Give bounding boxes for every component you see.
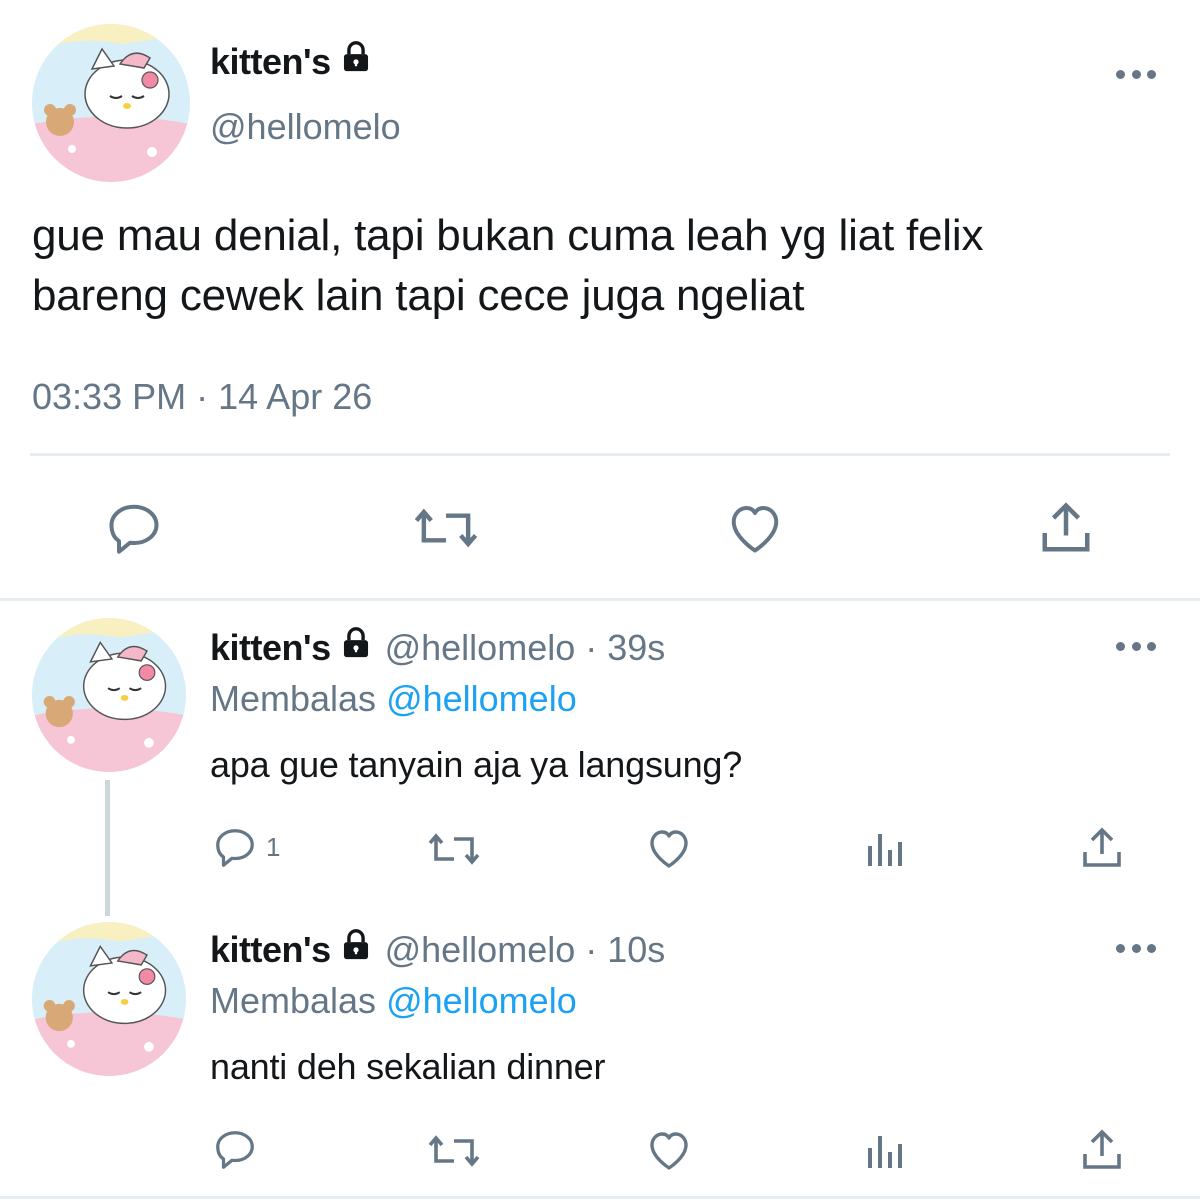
mention-link[interactable]: @hellomelo	[386, 980, 577, 1021]
retweet-button[interactable]	[428, 1129, 480, 1173]
avatar[interactable]	[32, 618, 186, 772]
like-button[interactable]	[644, 1126, 694, 1174]
share-button[interactable]	[1078, 824, 1126, 872]
reply-header: kitten's @hellomelo · 39s	[210, 626, 665, 669]
lock-icon	[339, 40, 373, 83]
meta-separator: ·	[196, 376, 209, 417]
mention-link[interactable]: @hellomelo	[386, 678, 577, 719]
tweet-text-line: bareng cewek lain tapi cece juga ngeliat	[32, 271, 805, 320]
tweet-date: 14 Apr 26	[218, 376, 373, 417]
replying-prefix: Membalas	[210, 678, 377, 719]
retweet-icon	[428, 833, 480, 865]
like-icon	[731, 506, 779, 553]
more-options-icon[interactable]	[1116, 640, 1156, 652]
author-name[interactable]: kitten's	[210, 40, 373, 83]
avatar[interactable]	[32, 922, 186, 1076]
retweet-icon	[414, 508, 478, 548]
divider	[0, 1196, 1200, 1199]
more-options-icon[interactable]	[1116, 68, 1156, 80]
reply-header: kitten's @hellomelo · 10s	[210, 928, 665, 971]
share-icon	[1042, 502, 1090, 552]
handle-and-time[interactable]: @hellomelo · 10s	[385, 929, 666, 971]
share-button[interactable]	[1036, 498, 1096, 558]
reply-button[interactable]	[212, 1126, 266, 1172]
author-name-label: kitten's	[210, 626, 331, 668]
reply-icon	[216, 829, 254, 867]
tweet-timestamp[interactable]: 03:33 PM · 14 Apr 26	[32, 376, 372, 418]
retweet-button[interactable]	[414, 500, 478, 556]
analytics-icon	[868, 834, 902, 866]
divider	[30, 453, 1170, 456]
retweet-icon	[428, 1135, 480, 1167]
like-icon	[650, 830, 688, 868]
lock-icon	[339, 928, 373, 971]
analytics-button[interactable]	[864, 1128, 908, 1172]
replying-prefix: Membalas	[210, 980, 377, 1021]
author-name-label: kitten's	[210, 40, 331, 82]
like-icon	[650, 1132, 688, 1170]
reply-button[interactable]: 1	[212, 824, 280, 870]
tweet-text-line: gue mau denial, tapi bukan cuma leah yg …	[32, 211, 984, 260]
reply-count: 1	[266, 831, 281, 862]
reply-icon	[216, 1131, 254, 1169]
divider	[0, 598, 1200, 601]
retweet-button[interactable]	[428, 827, 480, 871]
more-options-icon[interactable]	[1116, 942, 1156, 954]
analytics-button[interactable]	[864, 826, 908, 870]
tweet-time: 03:33 PM	[32, 376, 187, 417]
like-button[interactable]	[644, 824, 694, 872]
tweet-text: gue mau denial, tapi bukan cuma leah yg …	[32, 206, 1172, 326]
share-icon	[1083, 1129, 1121, 1169]
author-name-label: kitten's	[210, 928, 331, 970]
reply-icon	[109, 504, 159, 554]
reply-button[interactable]	[104, 498, 164, 558]
reply-text: nanti deh sekalian dinner	[210, 1046, 606, 1087]
share-icon	[1083, 827, 1121, 867]
analytics-icon	[868, 1136, 902, 1168]
replying-to: Membalas @hellomelo	[210, 980, 577, 1022]
lock-icon	[339, 626, 373, 669]
reply-text: apa gue tanyain aja ya langsung?	[210, 744, 743, 785]
share-button[interactable]	[1078, 1126, 1126, 1174]
handle-and-time[interactable]: @hellomelo · 39s	[385, 627, 666, 669]
thread-line	[105, 780, 110, 916]
replying-to: Membalas @hellomelo	[210, 678, 577, 720]
avatar[interactable]	[32, 24, 190, 182]
author-handle[interactable]: @hellomelo	[210, 106, 401, 148]
like-button[interactable]	[724, 498, 786, 558]
author-name[interactable]: kitten's	[210, 626, 373, 669]
author-name[interactable]: kitten's	[210, 928, 373, 971]
